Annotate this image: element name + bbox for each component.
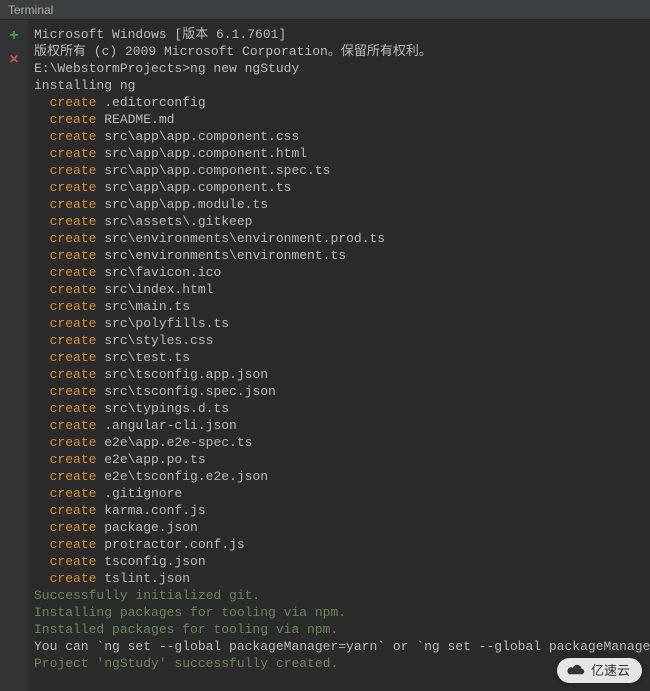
terminal-line: 版权所有 (c) 2009 Microsoft Corporation。保留所有… xyxy=(34,43,644,60)
terminal-line: Project 'ngStudy' successfully created. xyxy=(34,655,644,672)
terminal-line: Installing packages for tooling via npm. xyxy=(34,604,644,621)
terminal-line: create src\assets\.gitkeep xyxy=(34,213,644,230)
terminal-line: create src\index.html xyxy=(34,281,644,298)
terminal-line: create src\environments\environment.ts xyxy=(34,247,644,264)
terminal-line: Successfully initialized git. xyxy=(34,587,644,604)
terminal-line: create src\typings.d.ts xyxy=(34,400,644,417)
title-bar: Terminal xyxy=(0,0,650,20)
terminal-line: create src\test.ts xyxy=(34,349,644,366)
terminal-line: create tsconfig.json xyxy=(34,553,644,570)
plus-icon[interactable]: + xyxy=(6,28,22,44)
terminal-line: create src\app\app.component.spec.ts xyxy=(34,162,644,179)
terminal-output[interactable]: Microsoft Windows [版本 6.1.7601]版权所有 (c) … xyxy=(28,20,650,691)
cloud-icon xyxy=(565,663,587,679)
terminal-line: create src\environments\environment.prod… xyxy=(34,230,644,247)
terminal-line: create src\app\app.component.ts xyxy=(34,179,644,196)
watermark: 亿速云 xyxy=(557,658,642,683)
terminal-line: E:\WebstormProjects>ng new ngStudy xyxy=(34,60,644,77)
content-area: + × Microsoft Windows [版本 6.1.7601]版权所有 … xyxy=(0,20,650,691)
terminal-line: create .gitignore xyxy=(34,485,644,502)
terminal-line: create src\app\app.component.html xyxy=(34,145,644,162)
terminal-line: create src\app\app.component.css xyxy=(34,128,644,145)
terminal-line: Microsoft Windows [版本 6.1.7601] xyxy=(34,26,644,43)
terminal-line: create src\styles.css xyxy=(34,332,644,349)
terminal-line: You can `ng set --global packageManager=… xyxy=(34,638,644,655)
title-text: Terminal xyxy=(8,3,53,17)
terminal-line: create package.json xyxy=(34,519,644,536)
terminal-line: create karma.conf.js xyxy=(34,502,644,519)
terminal-line: create src\polyfills.ts xyxy=(34,315,644,332)
terminal-line: create e2e\app.e2e-spec.ts xyxy=(34,434,644,451)
terminal-line: create e2e\tsconfig.e2e.json xyxy=(34,468,644,485)
terminal-line: create src\favicon.ico xyxy=(34,264,644,281)
watermark-text: 亿速云 xyxy=(591,662,630,679)
terminal-line: installing ng xyxy=(34,77,644,94)
terminal-line: create .editorconfig xyxy=(34,94,644,111)
terminal-line: create .angular-cli.json xyxy=(34,417,644,434)
terminal-line: Installed packages for tooling via npm. xyxy=(34,621,644,638)
terminal-line: create src\main.ts xyxy=(34,298,644,315)
gutter: + × xyxy=(0,20,28,691)
terminal-line: create protractor.conf.js xyxy=(34,536,644,553)
terminal-line: create src\tsconfig.app.json xyxy=(34,366,644,383)
close-icon[interactable]: × xyxy=(6,52,22,68)
terminal-line: create src\tsconfig.spec.json xyxy=(34,383,644,400)
terminal-line: create src\app\app.module.ts xyxy=(34,196,644,213)
terminal-line: create README.md xyxy=(34,111,644,128)
terminal-line: create tslint.json xyxy=(34,570,644,587)
terminal-line: create e2e\app.po.ts xyxy=(34,451,644,468)
